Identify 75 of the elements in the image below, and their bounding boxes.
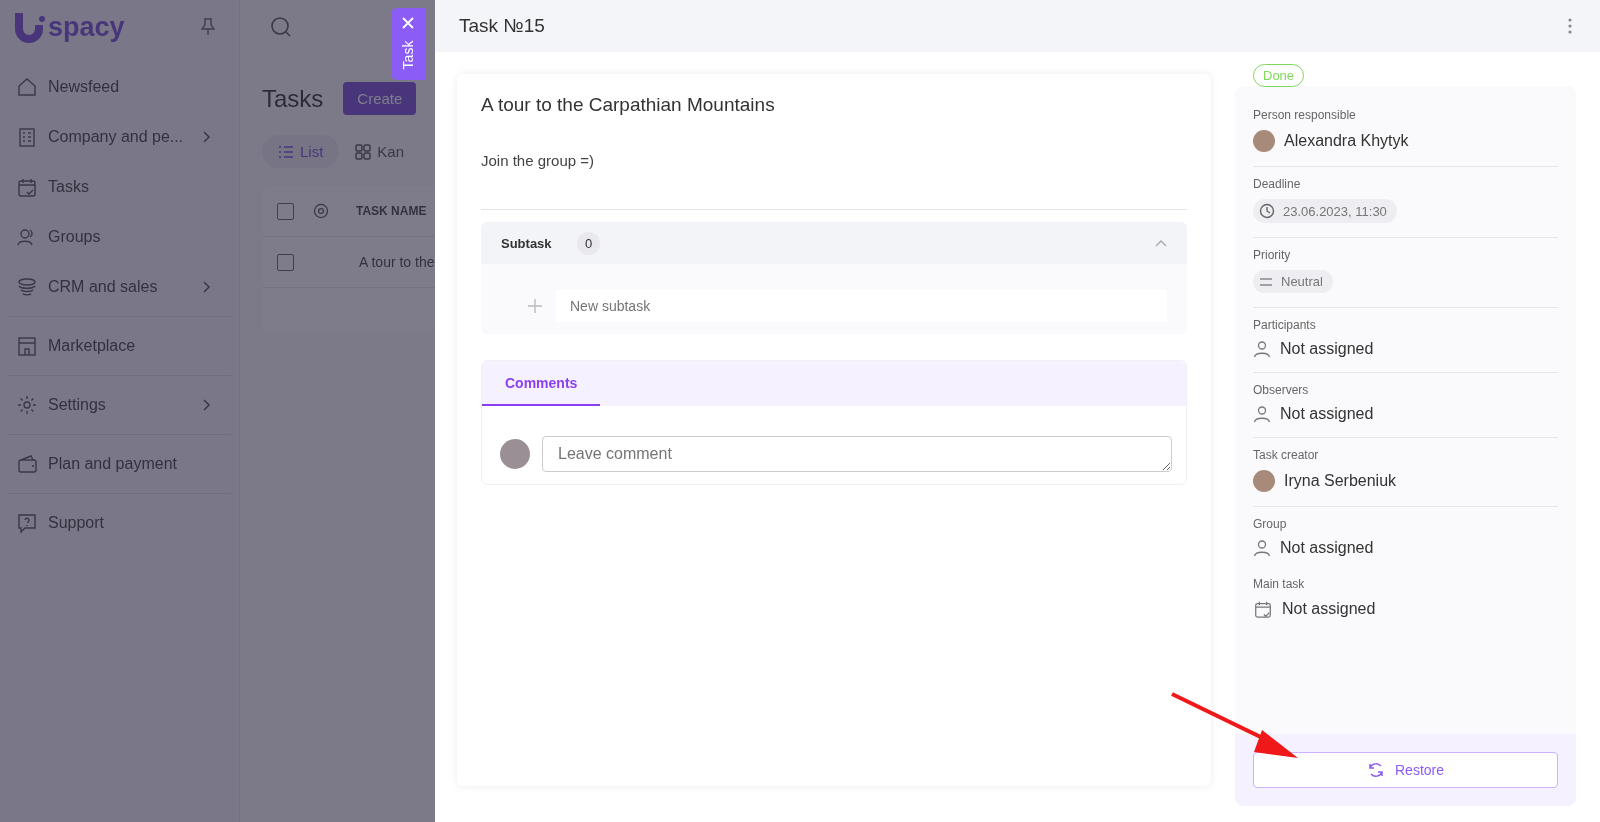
avatar [1253,470,1275,492]
field-label: Task creator [1253,448,1320,462]
more-icon[interactable] [1568,18,1572,34]
chevron-icon [203,281,211,293]
restore-button[interactable]: Restore [1253,752,1558,788]
nav-item[interactable]: CRM and sales [8,262,231,312]
task-title: A tour to the Carpathian Mountains [481,94,776,116]
search-icon[interactable] [270,16,292,38]
close-icon[interactable] [402,17,414,29]
logo-icon [12,11,46,43]
wallet-icon [16,453,38,475]
list-icon [278,144,294,159]
field-value[interactable]: Not assigned [1280,539,1374,557]
task-description: Join the group =) [481,152,595,169]
logo-text: spacy [48,11,125,43]
nav-item[interactable]: Marketplace [8,321,231,371]
view-tab[interactable]: List [262,135,340,168]
nav-item[interactable]: Plan and payment [8,439,231,489]
view-tab[interactable]: Kan [339,135,421,168]
calendar-icon [1253,599,1273,619]
field-value[interactable]: Not assigned [1280,405,1374,423]
plus-icon[interactable] [528,299,542,313]
side-tab[interactable]: Task [391,8,425,80]
refresh-icon [1367,761,1385,779]
person-name[interactable]: Alexandra Khytyk [1284,132,1409,150]
field-label: Main task [1253,577,1306,591]
person-name[interactable]: Iryna Serbeniuk [1284,472,1397,490]
nav-item[interactable]: Tasks [8,162,231,212]
chevron-icon [203,131,211,143]
comments-tab[interactable]: Comments [482,361,601,406]
field-value[interactable]: Not assigned [1280,340,1374,358]
field-label: Deadline [1253,177,1302,191]
field-label: Person responsible [1253,108,1357,122]
grid-icon [355,143,372,160]
page-title: Tasks [262,84,324,113]
count-badge: 0 [577,231,601,255]
create-button[interactable]: Create [343,82,417,115]
checkbox[interactable] [277,253,294,271]
help-icon [16,512,38,534]
field-value[interactable]: Not assigned [1282,600,1376,618]
caret-icon[interactable] [1155,239,1167,247]
avatar [1253,130,1275,152]
avatar [500,439,530,469]
checkbox[interactable] [277,202,294,220]
comment-field[interactable]: Leave comment [542,436,1172,472]
subtask-input[interactable]: New subtask [556,290,1167,322]
building-icon [16,126,38,148]
priority-chip[interactable]: Neutral [1253,270,1333,293]
field-label: Observers [1253,383,1310,397]
calendar-icon [16,176,38,198]
field-label: Group [1253,517,1288,531]
column-header: TASK NAME [356,204,427,218]
coins-icon [16,276,38,298]
side-tab-label: Task [400,40,416,70]
deadline-chip[interactable]: 23.06.2023, 11:30 [1253,199,1397,223]
clock-icon [1259,203,1275,219]
home-icon [16,76,38,98]
table-cell: A tour to the [359,254,435,270]
person-icon [1253,340,1271,358]
shop-icon [16,335,38,357]
nav-item[interactable]: Groups [8,212,231,262]
field-label: Participants [1253,318,1317,332]
nav-item[interactable]: Support [8,498,231,548]
person-icon [1253,405,1271,423]
subtask-label: Subtask [501,235,553,251]
equals-icon [1259,277,1273,286]
nav-item[interactable]: Newsfeed [8,62,231,112]
chevron-icon [203,399,211,411]
nav-item[interactable]: Company and pe... [8,112,231,162]
field-label: Priority [1253,248,1292,262]
nav-item[interactable]: Settings [8,380,231,430]
person-icon [1253,539,1271,557]
panel-title: Task №15 [459,15,545,37]
pin-icon[interactable] [201,18,215,36]
status-badge: Done [1253,64,1305,87]
